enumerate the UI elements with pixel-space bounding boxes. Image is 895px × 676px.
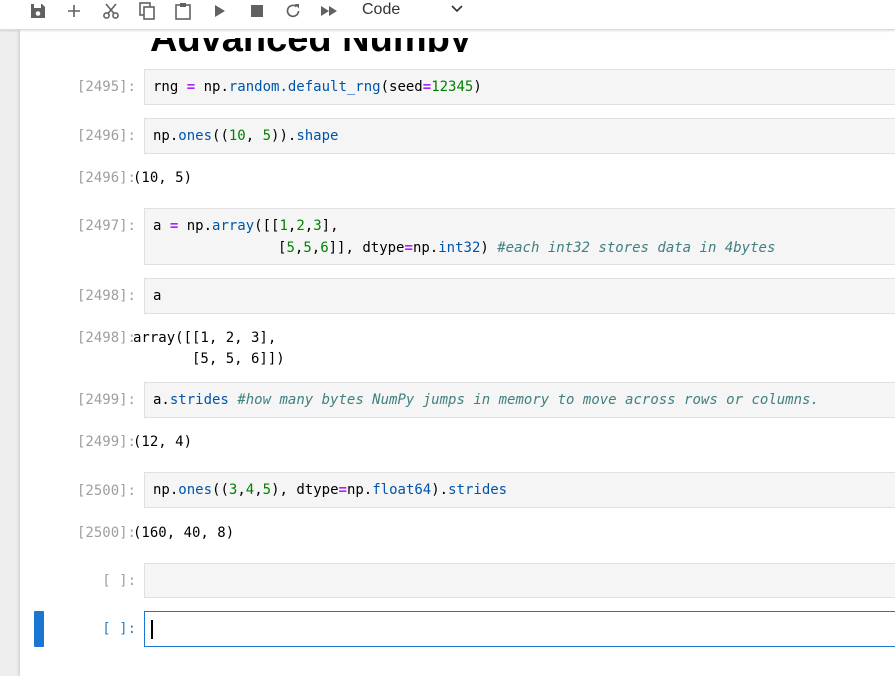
output-prompt: [2498]:: [76, 330, 136, 346]
input-prompt: [2495]:: [76, 79, 136, 95]
code-cell-input[interactable]: a = np.array([[1,2,3], [5,5,6]], dtype=n…: [144, 208, 895, 265]
code-line: a = np.array([[1,2,3],: [153, 218, 339, 234]
cell-output: (12, 4): [133, 434, 193, 450]
output-prompt: [2499]:: [76, 434, 136, 450]
code-line: a: [153, 288, 162, 304]
cell-output: (10, 5): [133, 170, 193, 186]
input-prompt: [2497]:: [76, 218, 136, 234]
code-cell-input[interactable]: np.ones((10, 5)).shape: [144, 118, 895, 154]
text-cursor: [151, 620, 153, 639]
paste-icon[interactable]: [171, 0, 195, 22]
code-cell-input[interactable]: [144, 563, 895, 598]
code-cell-input[interactable]: np.ones((3,4,5), dtype=np.float64).strid…: [144, 472, 895, 508]
input-prompt: [2500]:: [76, 483, 136, 499]
code-line: rng = np.random.default_rng(seed=12345): [153, 79, 482, 95]
restart-icon[interactable]: [281, 0, 305, 22]
output-prompt: [2500]:: [76, 525, 136, 541]
cell-output: (160, 40, 8): [133, 525, 235, 541]
stop-icon[interactable]: [245, 0, 269, 22]
code-line: np.ones((10, 5)).shape: [153, 128, 339, 144]
cell-output: [5, 5, 6]]): [133, 351, 285, 367]
cell-type-dropdown[interactable]: Code: [356, 0, 468, 24]
run-icon[interactable]: [208, 0, 232, 22]
save-icon[interactable]: [26, 0, 50, 22]
input-prompt: [2496]:: [76, 128, 136, 144]
code-line: np.ones((3,4,5), dtype=np.float64).strid…: [153, 482, 508, 498]
code-line: [5,5,6]], dtype=np.int32) #each int32 st…: [278, 240, 776, 256]
chevron-down-icon: [451, 5, 463, 13]
active-code-cell-input[interactable]: [144, 611, 895, 647]
markdown-heading: Advanced Numpy: [150, 38, 471, 52]
code-cell-input[interactable]: a: [144, 278, 895, 314]
notebook-toolbar: Code: [0, 0, 895, 30]
input-prompt: [2499]:: [76, 392, 136, 408]
cut-icon[interactable]: [99, 0, 123, 22]
cell-type-label: Code: [362, 1, 401, 18]
output-prompt: [2496]:: [76, 170, 136, 186]
input-prompt: [2498]:: [76, 288, 136, 304]
code-cell-input[interactable]: rng = np.random.default_rng(seed=12345): [144, 69, 895, 105]
code-line: a.strides #how many bytes NumPy jumps in…: [153, 392, 819, 408]
add-cell-icon[interactable]: [62, 0, 86, 22]
code-cell-input[interactable]: a.strides #how many bytes NumPy jumps in…: [144, 382, 895, 418]
input-prompt: [ ]:: [102, 573, 136, 589]
run-all-icon[interactable]: [317, 0, 341, 22]
notebook-panel[interactable]: Advanced Numpy [2495]: rng = np.random.d…: [20, 30, 895, 676]
copy-icon[interactable]: [135, 0, 159, 22]
input-prompt: [ ]:: [102, 621, 136, 637]
cell-output: array([[1, 2, 3],: [133, 330, 277, 346]
